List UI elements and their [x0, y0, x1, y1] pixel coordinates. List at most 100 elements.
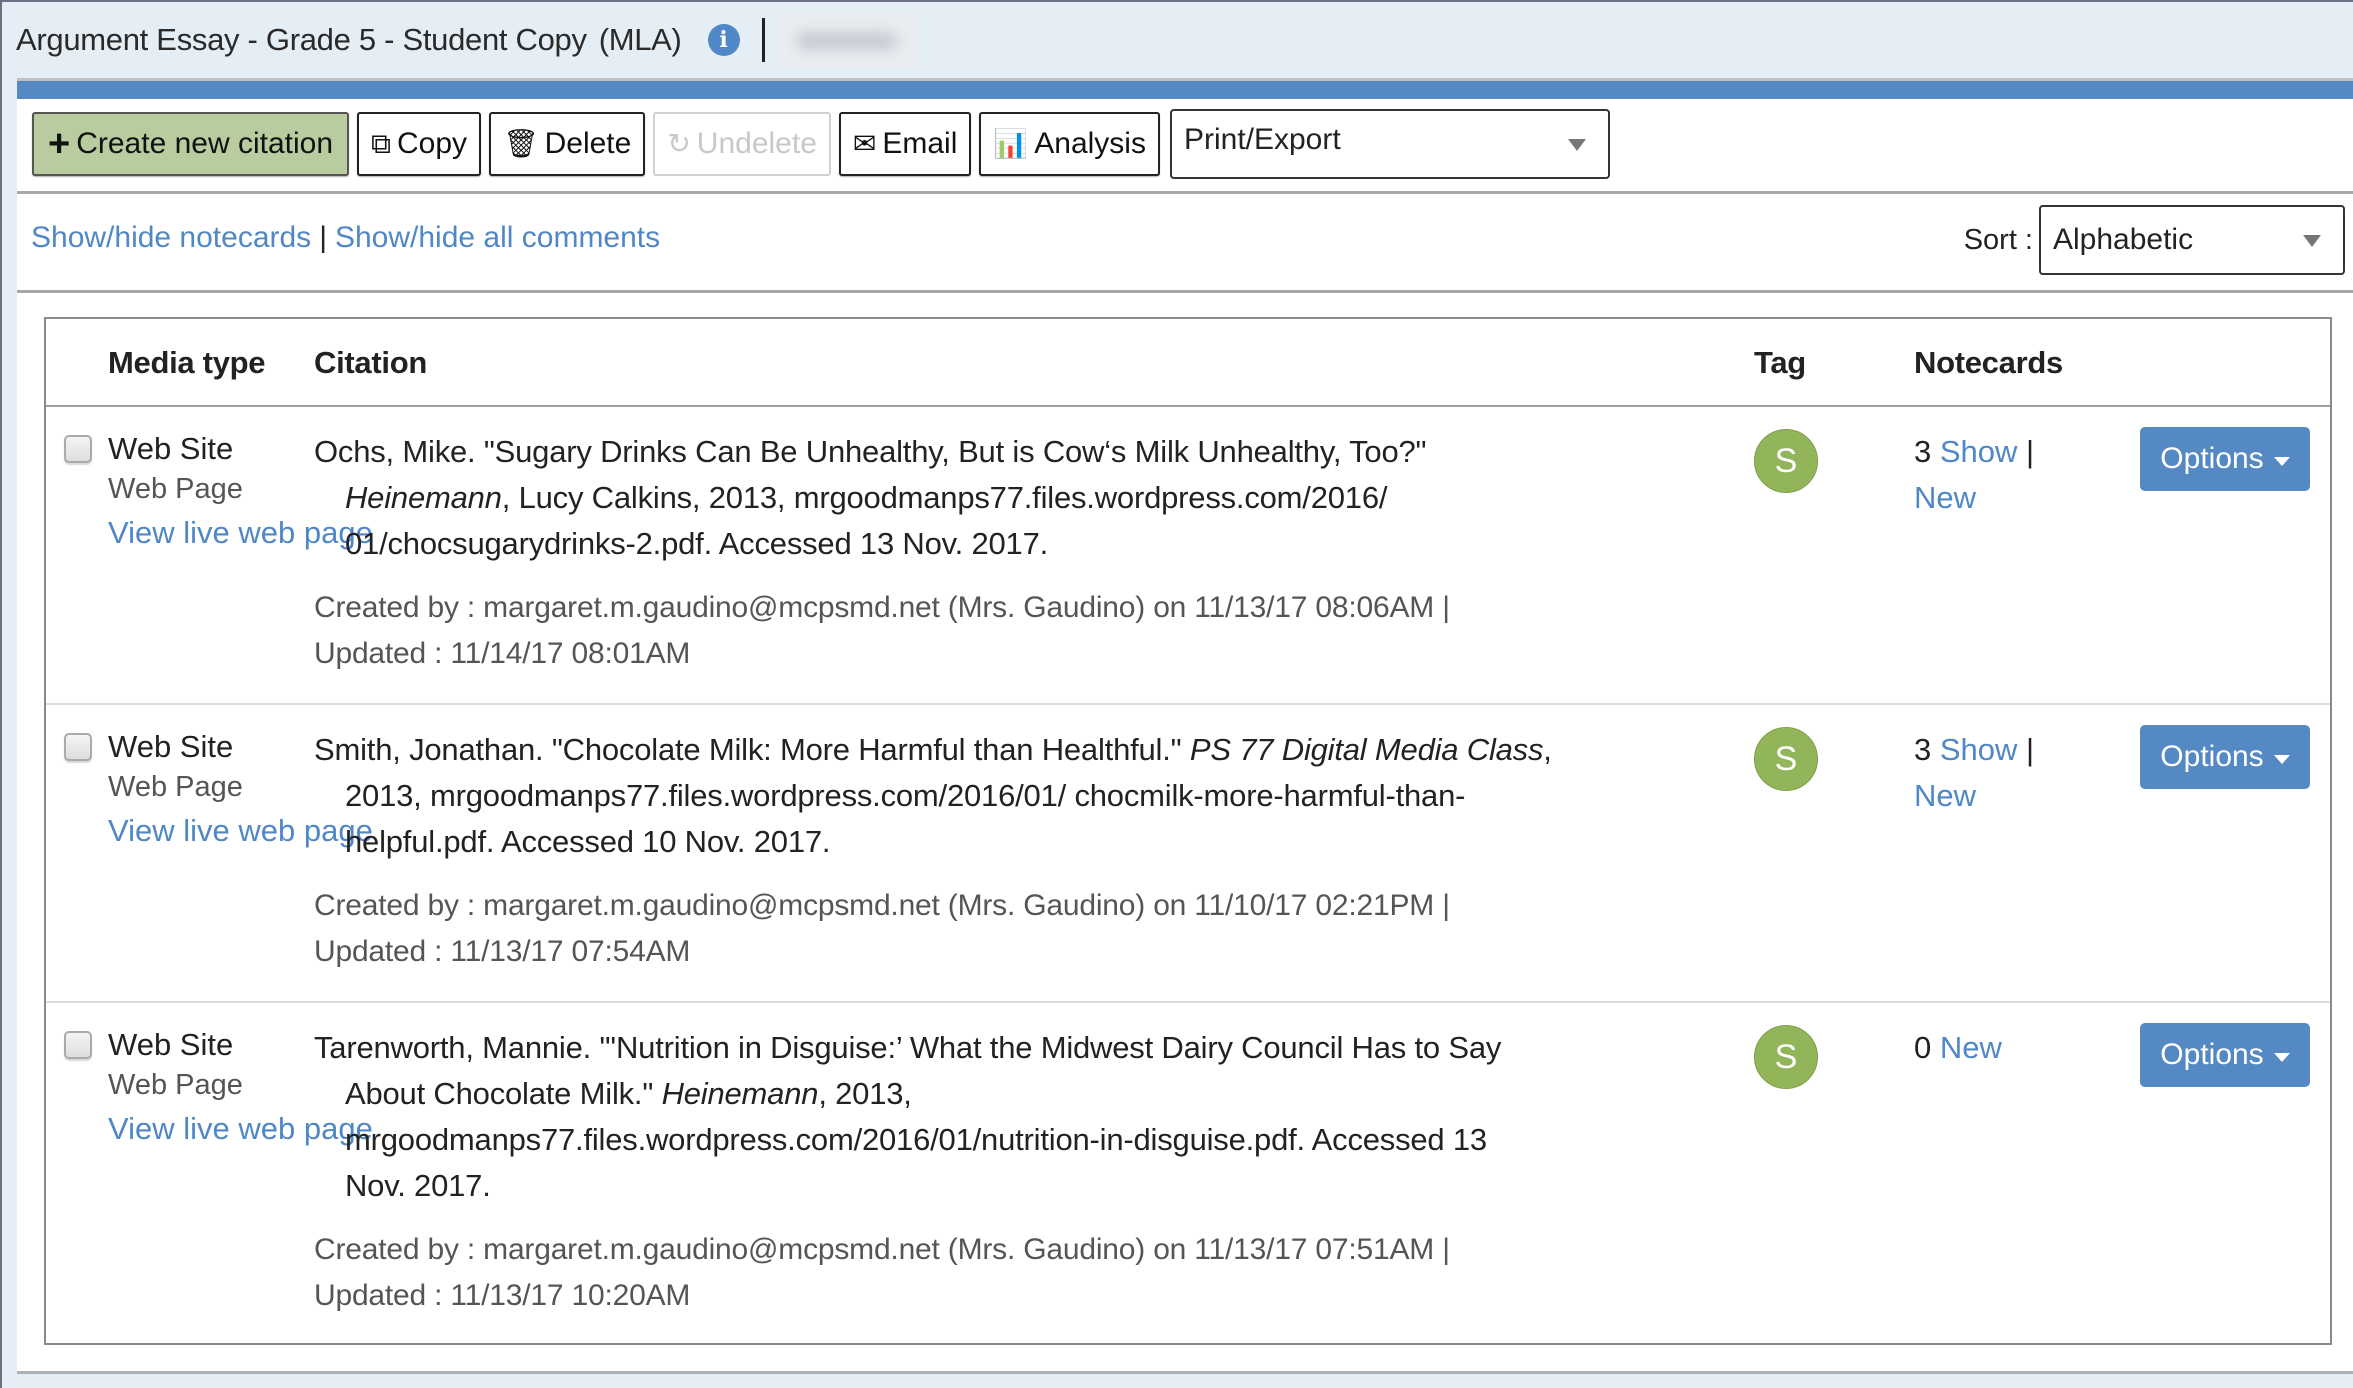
citation-meta: Created by : margaret.m.gaudino@mcpsmd.n… [314, 883, 1554, 975]
copy-label: Copy [397, 127, 468, 160]
separator: | [2026, 434, 2035, 469]
tag-badge[interactable]: S [1754, 1025, 1818, 1089]
table-header: Media type Citation Tag Notecards [46, 319, 2330, 407]
page-title: Argument Essay - Grade 5 - Student Copy (… [16, 22, 682, 58]
created-by: Created by : margaret.m.gaudino@mcpsmd.n… [314, 591, 1450, 624]
table-row: Web Site Web Page View live web page Och… [46, 407, 2330, 705]
options-label: Options [2160, 740, 2264, 773]
delete-button[interactable]: 🗑 Delete [489, 112, 646, 176]
column-header-citation: Citation [314, 345, 427, 380]
notecard-count: 3 [1914, 434, 1932, 469]
citation-cell: Tarenworth, Mannie. "'Nutrition in Disgu… [314, 1025, 1554, 1319]
citation-text: Tarenworth, Mannie. "'Nutrition in Disgu… [314, 1025, 1554, 1209]
new-notecard-link[interactable]: New [1940, 1030, 2002, 1065]
row-checkbox[interactable] [64, 1031, 92, 1059]
print-export-value: Print/Export [1183, 123, 1341, 156]
citation-meta: Created by : margaret.m.gaudino@mcpsmd.n… [314, 585, 1554, 677]
citation-cell: Ochs, Mike. "Sugary Drinks Can Be Unheal… [314, 429, 1554, 677]
new-notecard-link[interactable]: New [1914, 778, 1976, 813]
caret-down-icon [2273, 456, 2290, 466]
notecard-count: 3 [1914, 732, 1932, 767]
sort-label: Sort : [1963, 223, 2033, 256]
envelope-icon: ✉ [852, 128, 877, 159]
project-title: Argument Essay - Grade 5 - Student Copy [16, 22, 587, 57]
created-by: Created by : margaret.m.gaudino@mcpsmd.n… [314, 889, 1450, 922]
new-notecard-link[interactable]: New [1914, 480, 1976, 515]
show-hide-notecards-link[interactable]: Show/hide notecards [31, 221, 311, 255]
table-row: Web Site Web Page View live web page Tar… [46, 1003, 2330, 1343]
view-toggle-links: Show/hide notecards | Show/hide all comm… [31, 221, 660, 255]
tag-badge[interactable]: S [1754, 429, 1818, 493]
citation-cell: Smith, Jonathan. "Chocolate Milk: More H… [314, 727, 1554, 975]
dropdown-caret-icon [2303, 235, 2321, 247]
copy-icon: ⧉ [371, 128, 392, 159]
column-header-notecards: Notecards [1914, 345, 2063, 380]
plus-icon: + [48, 123, 71, 165]
print-export-select[interactable]: Print/Export [1169, 109, 1610, 179]
show-notecards-link[interactable]: Show [1940, 434, 2018, 469]
create-label: Create new citation [76, 127, 334, 160]
column-header-media-type: Media type [108, 345, 266, 380]
row-checkbox[interactable] [64, 435, 92, 463]
divider [17, 191, 2353, 194]
undelete-button[interactable]: ↻ Undelete [653, 112, 831, 176]
bar-chart-icon: 📊 [993, 128, 1029, 159]
info-icon[interactable]: i [707, 24, 740, 56]
trash-icon: 🗑 [503, 128, 539, 159]
email-label: Email [882, 127, 958, 160]
sort-select[interactable]: Alphabetic [2039, 205, 2345, 275]
table-row: Web Site Web Page View live web page Smi… [46, 705, 2330, 1003]
caret-down-icon [2273, 1052, 2290, 1062]
notecard-count: 0 [1914, 1030, 1932, 1065]
updated-at: Updated : 11/14/17 08:01AM [314, 637, 691, 670]
separator: | [319, 221, 327, 254]
analysis-label: Analysis [1034, 127, 1146, 160]
citation-container-title: Heinemann [661, 1076, 819, 1111]
notecards-cell: 0 New [1914, 1025, 2044, 1071]
citations-table: Media type Citation Tag Notecards Web Si… [44, 317, 2332, 1345]
notecards-cell: 3 Show | New [1914, 429, 2044, 521]
options-label: Options [2160, 442, 2264, 475]
sort-value: Alphabetic [2053, 223, 2194, 256]
updated-at: Updated : 11/13/17 10:20AM [314, 1279, 691, 1312]
citation-part: Ochs, Mike. "Sugary Drinks Can Be Unheal… [314, 434, 1427, 469]
citation-container-title: Heinemann [345, 480, 502, 515]
citation-meta: Created by : margaret.m.gaudino@mcpsmd.n… [314, 1227, 1554, 1319]
citation-text: Ochs, Mike. "Sugary Drinks Can Be Unheal… [314, 429, 1554, 567]
citation-style: (MLA) [598, 22, 682, 57]
divider [17, 1371, 2353, 1374]
show-hide-comments-link[interactable]: Show/hide all comments [335, 221, 660, 255]
citation-container-title: PS 77 Digital Media Class [1189, 732, 1544, 767]
accent-bar [17, 81, 2353, 99]
options-button[interactable]: Options [2140, 725, 2310, 789]
citation-part: Smith, Jonathan. "Chocolate Milk: More H… [314, 732, 1190, 767]
analysis-button[interactable]: 📊 Analysis [979, 112, 1160, 176]
delete-label: Delete [544, 127, 632, 160]
caret-down-icon [2273, 754, 2290, 764]
title-bar: Argument Essay - Grade 5 - Student Copy (… [2, 2, 2353, 78]
copy-button[interactable]: ⧉ Copy [357, 112, 482, 176]
citation-text: Smith, Jonathan. "Chocolate Milk: More H… [314, 727, 1554, 865]
email-button[interactable]: ✉ Email [838, 112, 972, 176]
separator: | [2026, 732, 2035, 767]
options-label: Options [2160, 1038, 2264, 1071]
updated-at: Updated : 11/13/17 07:54AM [314, 935, 691, 968]
row-checkbox[interactable] [64, 733, 92, 761]
column-header-tag: Tag [1754, 345, 1806, 380]
create-new-citation-button[interactable]: + Create new citation [32, 112, 350, 176]
tag-badge[interactable]: S [1754, 727, 1818, 791]
citations-panel: + Create new citation ⧉ Copy 🗑 Delete ↻ … [17, 78, 2353, 1374]
notecards-cell: 3 Show | New [1914, 727, 2044, 819]
redacted-user-name [778, 12, 919, 68]
divider [17, 290, 2353, 293]
sort-control: Sort : Alphabetic [1964, 205, 2345, 275]
options-button[interactable]: Options [2140, 1023, 2310, 1087]
dropdown-caret-icon [1567, 139, 1586, 151]
divider [761, 18, 765, 62]
created-by: Created by : margaret.m.gaudino@mcpsmd.n… [314, 1233, 1450, 1266]
toolbar: + Create new citation ⧉ Copy 🗑 Delete ↻ … [32, 109, 1610, 179]
options-button[interactable]: Options [2140, 427, 2310, 491]
undelete-label: Undelete [696, 127, 817, 160]
undo-icon: ↻ [667, 128, 691, 159]
show-notecards-link[interactable]: Show [1940, 732, 2018, 767]
